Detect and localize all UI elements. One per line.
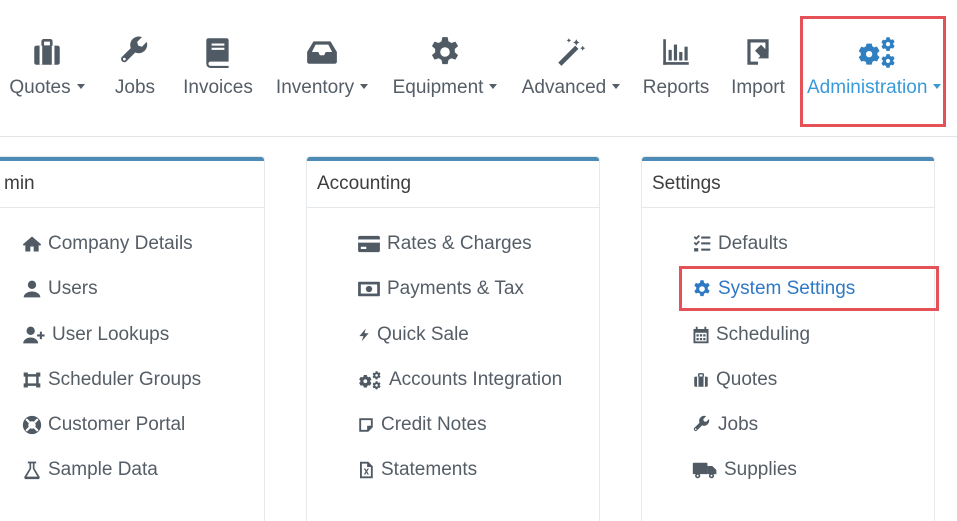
- link-label: Payments & Tax: [387, 278, 524, 299]
- link-accounts-integration[interactable]: Accounts Integration: [357, 365, 562, 395]
- link-label: Supplies: [724, 459, 797, 480]
- link-label: Jobs: [718, 414, 759, 435]
- briefcase-icon: [694, 373, 708, 387]
- nav-quotes[interactable]: Quotes: [0, 0, 94, 136]
- calendar-icon: [693, 326, 709, 344]
- link-statements[interactable]: Statements: [357, 455, 477, 485]
- link-credit-notes[interactable]: Credit Notes: [357, 410, 487, 440]
- chevron-down-icon: [489, 84, 498, 90]
- bar-chart-icon: [638, 34, 714, 70]
- magic-wand-icon: [516, 34, 626, 70]
- nav-label-inventory: Inventory: [275, 77, 355, 98]
- link-label: Quotes: [716, 369, 778, 390]
- cogs-icon: [359, 371, 381, 390]
- link-sample-data[interactable]: Sample Data: [22, 455, 158, 485]
- import-icon: [724, 34, 792, 70]
- panel-title-settings: Settings: [642, 161, 934, 208]
- link-quick-sale[interactable]: Quick Sale: [357, 320, 469, 350]
- chevron-down-icon: [76, 84, 85, 90]
- link-scheduler-groups[interactable]: Scheduler Groups: [22, 365, 201, 395]
- link-label: Scheduler Groups: [48, 369, 202, 390]
- briefcase-icon: [0, 34, 94, 70]
- file-excel-icon: [360, 461, 373, 479]
- wrench-icon: [100, 34, 170, 70]
- link-label: Accounts Integration: [389, 369, 563, 390]
- link-rates-charges[interactable]: Rates & Charges: [357, 229, 532, 259]
- credit-card-icon: [358, 235, 380, 253]
- nav-label-invoices: Invoices: [183, 77, 253, 98]
- nav-label-jobs: Jobs: [114, 77, 156, 98]
- link-supplies[interactable]: Supplies: [692, 455, 797, 485]
- truck-icon: [692, 462, 717, 479]
- bolt-icon: [359, 328, 369, 342]
- link-defaults[interactable]: Defaults: [692, 229, 788, 259]
- link-label: Scheduling: [716, 324, 811, 345]
- link-label: Quick Sale: [377, 324, 469, 345]
- highlight-box-administration: [800, 16, 946, 127]
- link-user-lookups[interactable]: User Lookups: [22, 320, 169, 350]
- link-label: Rates & Charges: [387, 233, 532, 254]
- nav-invoices[interactable]: Invoices: [178, 0, 258, 136]
- link-scheduling[interactable]: Scheduling: [692, 320, 810, 350]
- user-icon: [23, 280, 41, 298]
- link-quotes-settings[interactable]: Quotes: [692, 365, 777, 395]
- link-customer-portal[interactable]: Customer Portal: [22, 410, 185, 440]
- link-users[interactable]: Users: [22, 274, 98, 304]
- nav-inventory[interactable]: Inventory: [270, 0, 374, 136]
- life-ring-icon: [22, 415, 42, 435]
- link-label: Users: [48, 278, 98, 299]
- wrench-icon: [693, 415, 710, 431]
- panel-title-accounting: Accounting: [307, 161, 599, 208]
- link-label: Company Details: [48, 233, 193, 254]
- user-plus-icon: [23, 326, 45, 344]
- link-label: Defaults: [718, 233, 788, 254]
- sticky-note-icon: [359, 418, 373, 432]
- book-icon: [178, 34, 258, 70]
- nav-label-reports: Reports: [642, 77, 710, 98]
- link-label: Credit Notes: [381, 414, 487, 435]
- nav-label-equipment: Equipment: [392, 77, 484, 98]
- link-company-details[interactable]: Company Details: [22, 229, 193, 259]
- panel-title-admin: min: [0, 161, 264, 208]
- inbox-icon: [270, 34, 374, 70]
- link-payments-tax[interactable]: Payments & Tax: [357, 274, 524, 304]
- link-label: User Lookups: [52, 324, 170, 345]
- gear-icon: [386, 34, 504, 70]
- money-bill-icon: [358, 281, 380, 297]
- nav-label-advanced: Advanced: [521, 77, 607, 98]
- nav-advanced[interactable]: Advanced: [516, 0, 626, 136]
- link-jobs-settings[interactable]: Jobs: [692, 410, 758, 440]
- home-icon: [22, 236, 42, 252]
- nav-reports[interactable]: Reports: [638, 0, 714, 136]
- nav-jobs[interactable]: Jobs: [100, 0, 170, 136]
- nav-label-quotes: Quotes: [9, 77, 71, 98]
- chevron-down-icon: [612, 84, 621, 90]
- link-label: Customer Portal: [48, 414, 186, 435]
- object-group-icon: [23, 372, 41, 388]
- flask-icon: [24, 461, 40, 480]
- link-label: Statements: [381, 459, 478, 480]
- nav-import[interactable]: Import: [724, 0, 792, 136]
- highlight-box-system-settings: [679, 266, 939, 311]
- nav-label-import: Import: [731, 77, 785, 98]
- chevron-down-icon: [360, 84, 369, 90]
- tasks-icon: [693, 234, 711, 252]
- link-label: Sample Data: [48, 459, 158, 480]
- nav-equipment[interactable]: Equipment: [386, 0, 504, 136]
